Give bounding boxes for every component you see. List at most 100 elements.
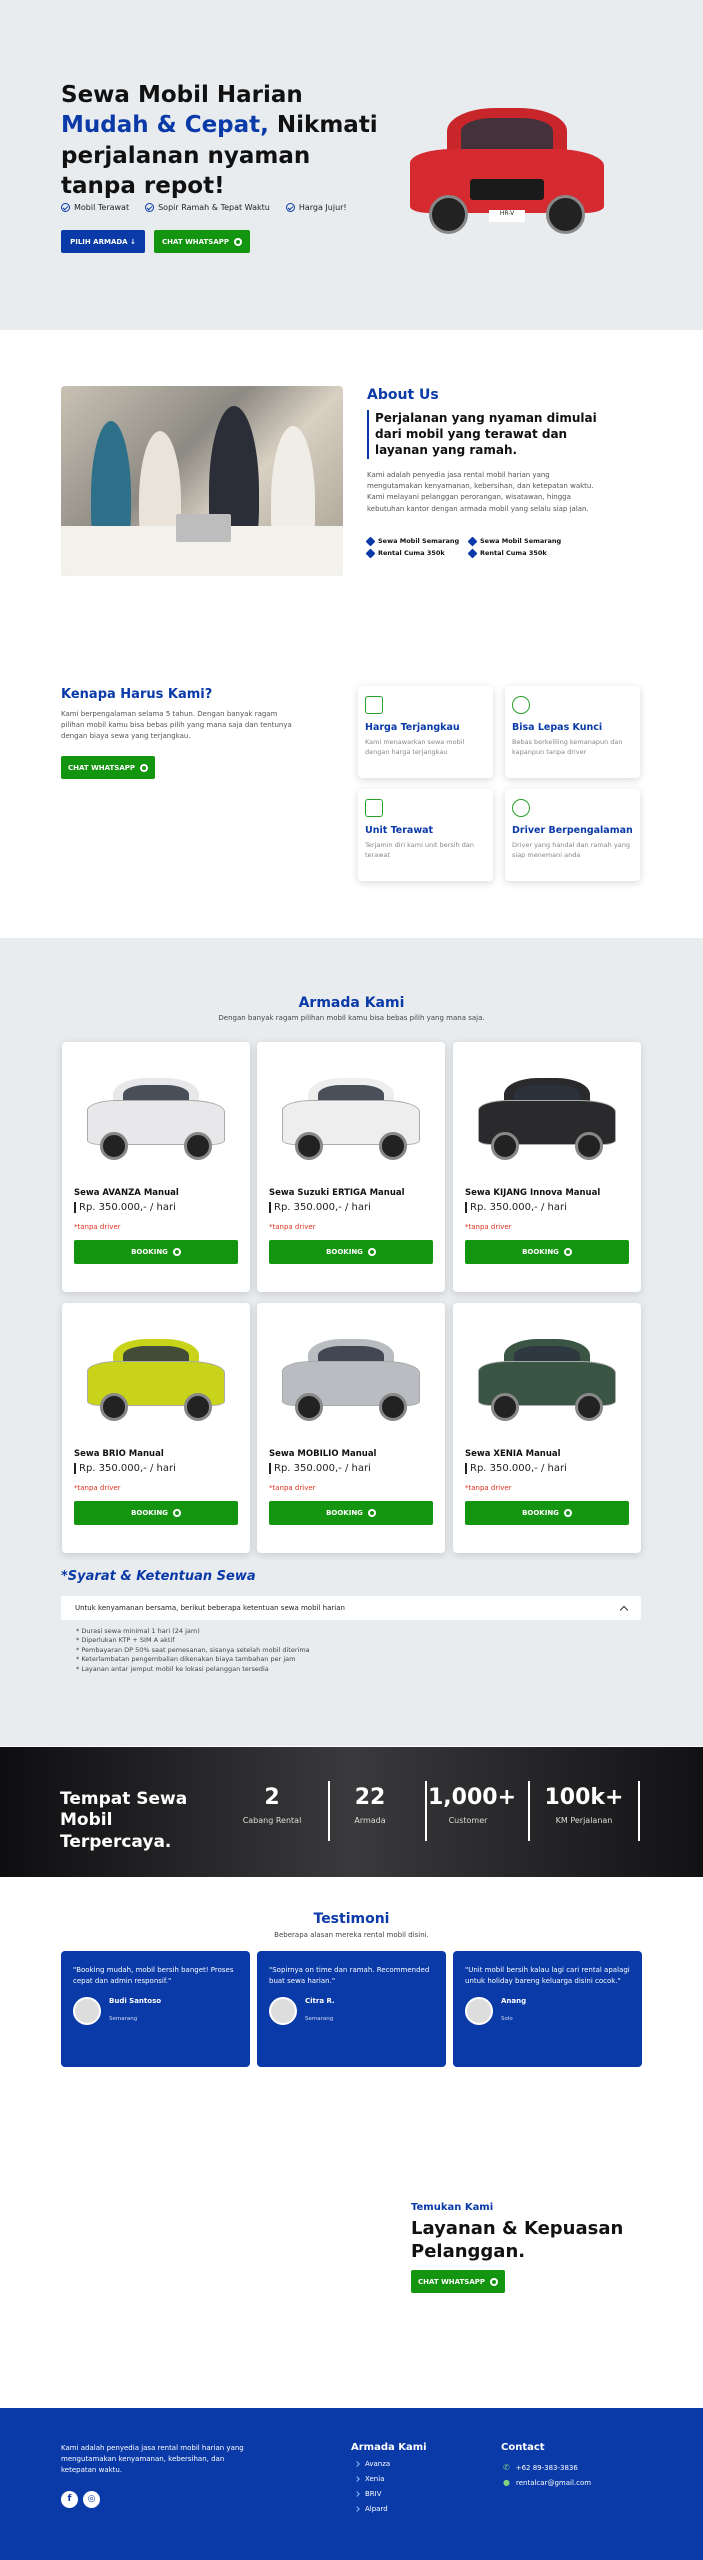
car-price: Rp. 350.000,- / hari [465, 1202, 629, 1213]
terms-item: * Pembayaran DP 50% saat pemesanan, sisa… [76, 1645, 310, 1654]
whatsapp-icon [367, 1509, 376, 1517]
instagram-icon[interactable]: ◎ [83, 2491, 100, 2508]
stat-km: 100k+ KM Perjalanan [544, 1785, 624, 1825]
fleet-section: Armada Kami Dengan banyak ragam pilihan … [0, 938, 703, 1746]
fleet-card: Sewa MOBILIO Manual Rp. 350.000,- / hari *… [257, 1303, 445, 1553]
why-body: Kami berpengalaman selama 5 tahun. Denga… [61, 710, 292, 741]
why-heading: Kenapa Harus Kami? [61, 687, 213, 702]
booking-button[interactable]: BOOKING [465, 1501, 629, 1525]
fleet-subheading: Dengan banyak ragam pilihan mobil kamu b… [218, 1014, 485, 1022]
stat-divider [425, 1781, 427, 1841]
terms-item: * Durasi sewa minimal 1 hari (24 jam) [76, 1627, 200, 1635]
whatsapp-icon [490, 2277, 499, 2286]
footer-link[interactable]: Xenia [354, 2475, 390, 2483]
stats-title: Tempat Sewa Mobil Terpercaya. [60, 1789, 188, 1852]
why-card-driver: Driver Berpengalaman Driver yang handal d… [505, 789, 640, 881]
driver-icon [512, 799, 530, 817]
booking-button[interactable]: BOOKING [74, 1501, 238, 1525]
hero-features: Mobil Terawat Sopir Ramah & Tepat Waktu … [61, 203, 347, 212]
car-price: Rp. 350.000,- / hari [465, 1463, 629, 1474]
footer-link[interactable]: Avanza [354, 2460, 390, 2468]
stat-cabang: 2 Cabang Rental [242, 1785, 302, 1825]
terms-item: * Keterlambatan pengembalian dikenakan b… [76, 1655, 296, 1664]
footer-phone[interactable]: ✆ +62 89-383-3836 [503, 2463, 578, 2472]
stat-customer: 1,000+ Customer [428, 1785, 517, 1825]
chevron-right-icon [354, 2491, 360, 2497]
car-image [74, 1315, 238, 1435]
terms-item: * Diperlukan KTP + SIM A aktif [76, 1636, 175, 1645]
footer-fleet-links: Avanza Xenia BRIV Alpard [354, 2460, 390, 2520]
car-name: Sewa AVANZA Manual [74, 1188, 179, 1198]
price-tag-icon [365, 696, 383, 714]
why-card-harga: Harga Terjangkau Kami menawarkan sewa mob… [358, 686, 493, 778]
fleet-card: Sewa BRIO Manual Rp. 350.000,- / hari *tan… [62, 1303, 250, 1553]
whatsapp-icon [234, 237, 243, 246]
fleet-card: Sewa XENIA Manual Rp. 350.000,- / hari *ta… [453, 1303, 641, 1553]
steering-wheel-icon [512, 696, 530, 714]
find-whatsapp-button[interactable]: CHAT WHATSAPP [411, 2270, 505, 2293]
stat-divider [638, 1781, 640, 1841]
diamond-icon [467, 548, 478, 558]
about-points: Sewa Mobil Semarang Sewa Mobil Semarang … [365, 536, 569, 558]
footer-link[interactable]: Alpard [354, 2505, 390, 2513]
footer-link[interactable]: BRIV [354, 2490, 390, 2498]
about-body: Kami adalah penyedia jasa rental mobil h… [367, 471, 594, 513]
chevron-right-icon [354, 2476, 360, 2482]
booking-button[interactable]: BOOKING [269, 1240, 433, 1264]
car-image [465, 1054, 629, 1174]
car-price: Rp. 350.000,- / hari [74, 1202, 238, 1213]
terms-accordion[interactable]: Untuk kenyamanan bersama, berikut bebera… [61, 1596, 641, 1620]
stats-section: Tempat Sewa Mobil Terpercaya. 2 Cabang Re… [0, 1747, 703, 1877]
testi-subheading: Beberapa alasan mereka rental mobil disi… [274, 1931, 429, 1939]
testi-heading: Testimoni [313, 1911, 390, 1927]
about-point: Rental Cuma 350k [365, 548, 469, 558]
diamond-icon [365, 536, 376, 546]
fleet-card: Sewa Suzuki ERTIGA Manual Rp. 350.000,- /… [257, 1042, 445, 1292]
why-card-lepas-kunci: Bisa Lepas Kunci Bebas berkeliling kemana… [505, 686, 640, 778]
whatsapp-icon [563, 1248, 572, 1256]
car-image [74, 1054, 238, 1174]
avatar [73, 1996, 101, 2025]
car-image [269, 1054, 433, 1174]
why-whatsapp-button[interactable]: CHAT WHATSAPP [61, 756, 155, 779]
pilih-armada-button[interactable]: PILIH ARMADA ↓ [61, 230, 145, 253]
fleet-card: Sewa KIJANG Innova Manual Rp. 350.000,- /… [453, 1042, 641, 1292]
booking-button[interactable]: BOOKING [269, 1501, 433, 1525]
car-note: *tanpa driver [269, 1484, 316, 1492]
car-image [269, 1315, 433, 1435]
avatar [465, 1996, 493, 2025]
check-circle-icon [61, 203, 70, 212]
car-name: Sewa BRIO Manual [74, 1449, 164, 1459]
footer: Kami adalah penyedia jasa rental mobil h… [0, 2408, 703, 2560]
whatsapp-icon [172, 1509, 181, 1517]
car-price: Rp. 350.000,- / hari [269, 1202, 433, 1213]
car-name: Sewa MOBILIO Manual [269, 1449, 377, 1459]
feature-item: Mobil Terawat [61, 203, 129, 212]
car-name: Sewa Suzuki ERTIGA Manual [269, 1188, 405, 1198]
footer-email[interactable]: ● rentalcar@gmail.com [503, 2478, 591, 2487]
car-icon [365, 799, 383, 817]
whatsapp-icon [563, 1509, 572, 1517]
car-note: *tanpa driver [74, 1223, 121, 1231]
whatsapp-icon [140, 763, 149, 772]
footer-social: f ◎ [61, 2491, 100, 2508]
diamond-icon [467, 536, 478, 546]
car-name: Sewa KIJANG Innova Manual [465, 1188, 601, 1198]
hero-title-highlight: Mudah & Cepat, [61, 112, 269, 139]
check-circle-icon [285, 203, 295, 212]
feature-item: Sopir Ramah & Tepat Waktu [145, 203, 270, 212]
avatar [269, 1996, 297, 2025]
car-image [465, 1315, 629, 1435]
about-image [61, 386, 343, 576]
facebook-icon[interactable]: f [61, 2491, 78, 2508]
chevron-up-icon[interactable] [619, 1605, 629, 1614]
car-name: Sewa XENIA Manual [465, 1449, 561, 1459]
hero-title: Sewa Mobil Harian Mudah & Cepat, Nikmati… [61, 82, 378, 200]
stat-divider [528, 1781, 530, 1841]
car-note: *tanpa driver [269, 1223, 316, 1231]
feature-item: Harga Jujur! [285, 203, 347, 212]
booking-button[interactable]: BOOKING [74, 1240, 238, 1264]
diamond-icon [365, 548, 376, 558]
hero-whatsapp-button[interactable]: CHAT WHATSAPP [154, 230, 250, 253]
booking-button[interactable]: BOOKING [465, 1240, 629, 1264]
